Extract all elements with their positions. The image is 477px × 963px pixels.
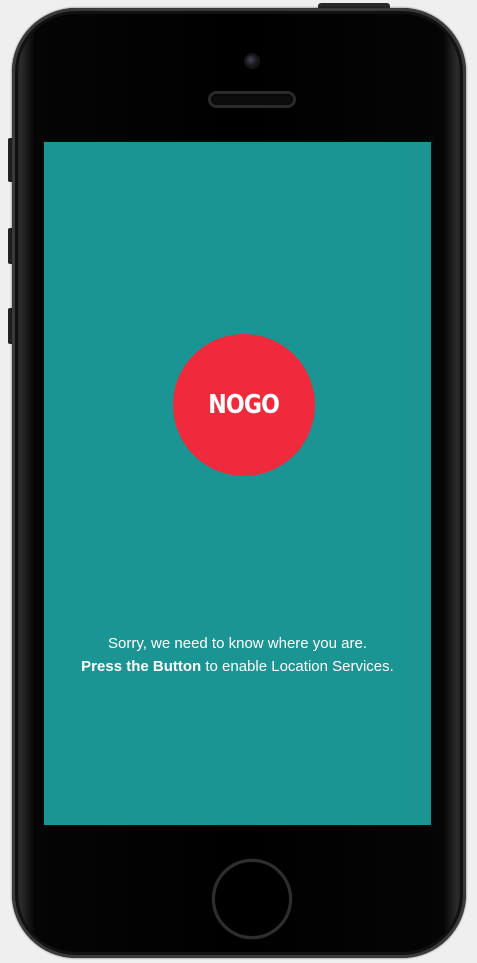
- message-rest-text: to enable Location Services.: [201, 658, 394, 675]
- earpiece-speaker: [211, 94, 293, 105]
- front-camera: [246, 55, 258, 67]
- page: NOGO Sorry, we need to know where you ar…: [0, 0, 477, 963]
- message-line-2: Press the Button to enable Location Serv…: [44, 655, 431, 678]
- nogo-button-label: NOGO: [208, 390, 281, 420]
- nogo-button[interactable]: NOGO: [173, 334, 315, 476]
- message-bold-text: Press the Button: [81, 658, 202, 675]
- app-screen: NOGO Sorry, we need to know where you ar…: [44, 142, 431, 825]
- home-button[interactable]: [212, 859, 292, 939]
- message-line-1: Sorry, we need to know where you are.: [107, 635, 368, 652]
- location-message: Sorry, we need to know where you are. Pr…: [44, 632, 431, 678]
